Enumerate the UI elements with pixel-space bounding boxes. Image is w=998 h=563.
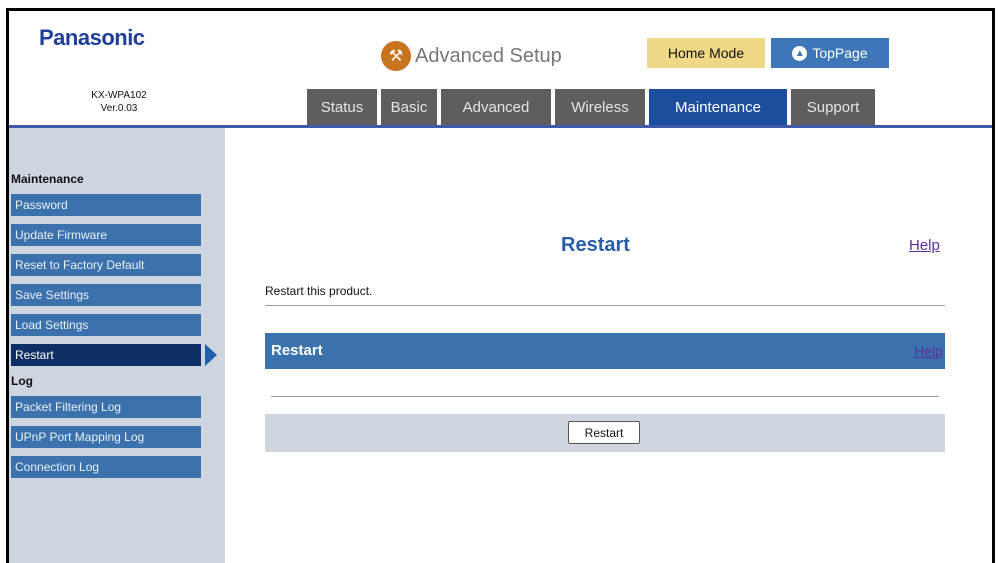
top-page-button[interactable]: ▲ TopPage (771, 38, 889, 68)
divider (271, 396, 939, 397)
model-info: KX-WPA102 Ver.0.03 (54, 89, 184, 115)
sidebar-item-restart[interactable]: Restart (11, 344, 201, 366)
button-row: Restart (265, 414, 945, 452)
firmware-version: Ver.0.03 (100, 103, 138, 114)
main-tabs: Status Basic Advanced Wireless Maintenan… (307, 89, 879, 125)
tab-wireless[interactable]: Wireless (555, 89, 645, 125)
tab-advanced[interactable]: Advanced (441, 89, 551, 125)
home-mode-button[interactable]: Home Mode (647, 38, 765, 68)
model-name: KX-WPA102 (91, 90, 147, 101)
tab-maintenance[interactable]: Maintenance (649, 89, 787, 125)
sidebar-section-maintenance: Maintenance (11, 172, 84, 186)
main-content: Restart Help Restart this product. Resta… (225, 128, 992, 563)
help-link[interactable]: Help (909, 237, 940, 254)
sidebar-item-save-settings[interactable]: Save Settings (11, 284, 201, 306)
sidebar: Maintenance Password Update Firmware Res… (9, 128, 225, 563)
top-page-label: TopPage (812, 45, 868, 61)
sidebar-item-update-firmware[interactable]: Update Firmware (11, 224, 201, 246)
tab-support[interactable]: Support (791, 89, 875, 125)
sidebar-item-password[interactable]: Password (11, 194, 201, 216)
divider (265, 305, 945, 306)
tab-basic[interactable]: Basic (381, 89, 437, 125)
sidebar-item-reset-factory-default[interactable]: Reset to Factory Default (11, 254, 201, 276)
advanced-setup-label: Advanced Setup (415, 44, 562, 67)
home-mode-label: Home Mode (667, 45, 745, 61)
section-header-restart: Restart Help (265, 333, 945, 369)
triangle-right-icon (205, 344, 217, 366)
advanced-setup-header: ⚒ Advanced Setup (381, 41, 562, 71)
page-title: Restart (561, 234, 630, 256)
browser-frame: Panasonic KX-WPA102 Ver.0.03 ⚒ Advanced … (6, 8, 995, 563)
section-help-link[interactable]: Help (914, 333, 943, 369)
arrow-up-circle-icon: ▲ (792, 45, 808, 61)
sidebar-section-log: Log (11, 374, 33, 388)
section-title: Restart (271, 342, 323, 359)
wrench-icon: ⚒ (381, 41, 411, 71)
page-description: Restart this product. (265, 284, 373, 298)
restart-button[interactable]: Restart (568, 421, 640, 444)
sidebar-item-packet-filtering-log[interactable]: Packet Filtering Log (11, 396, 201, 418)
sidebar-item-load-settings[interactable]: Load Settings (11, 314, 201, 336)
tab-status[interactable]: Status (307, 89, 377, 125)
panasonic-logo: Panasonic (39, 25, 145, 50)
logo-area: Panasonic (29, 19, 209, 79)
sidebar-item-connection-log[interactable]: Connection Log (11, 456, 201, 478)
sidebar-item-upnp-port-mapping-log[interactable]: UPnP Port Mapping Log (11, 426, 201, 448)
